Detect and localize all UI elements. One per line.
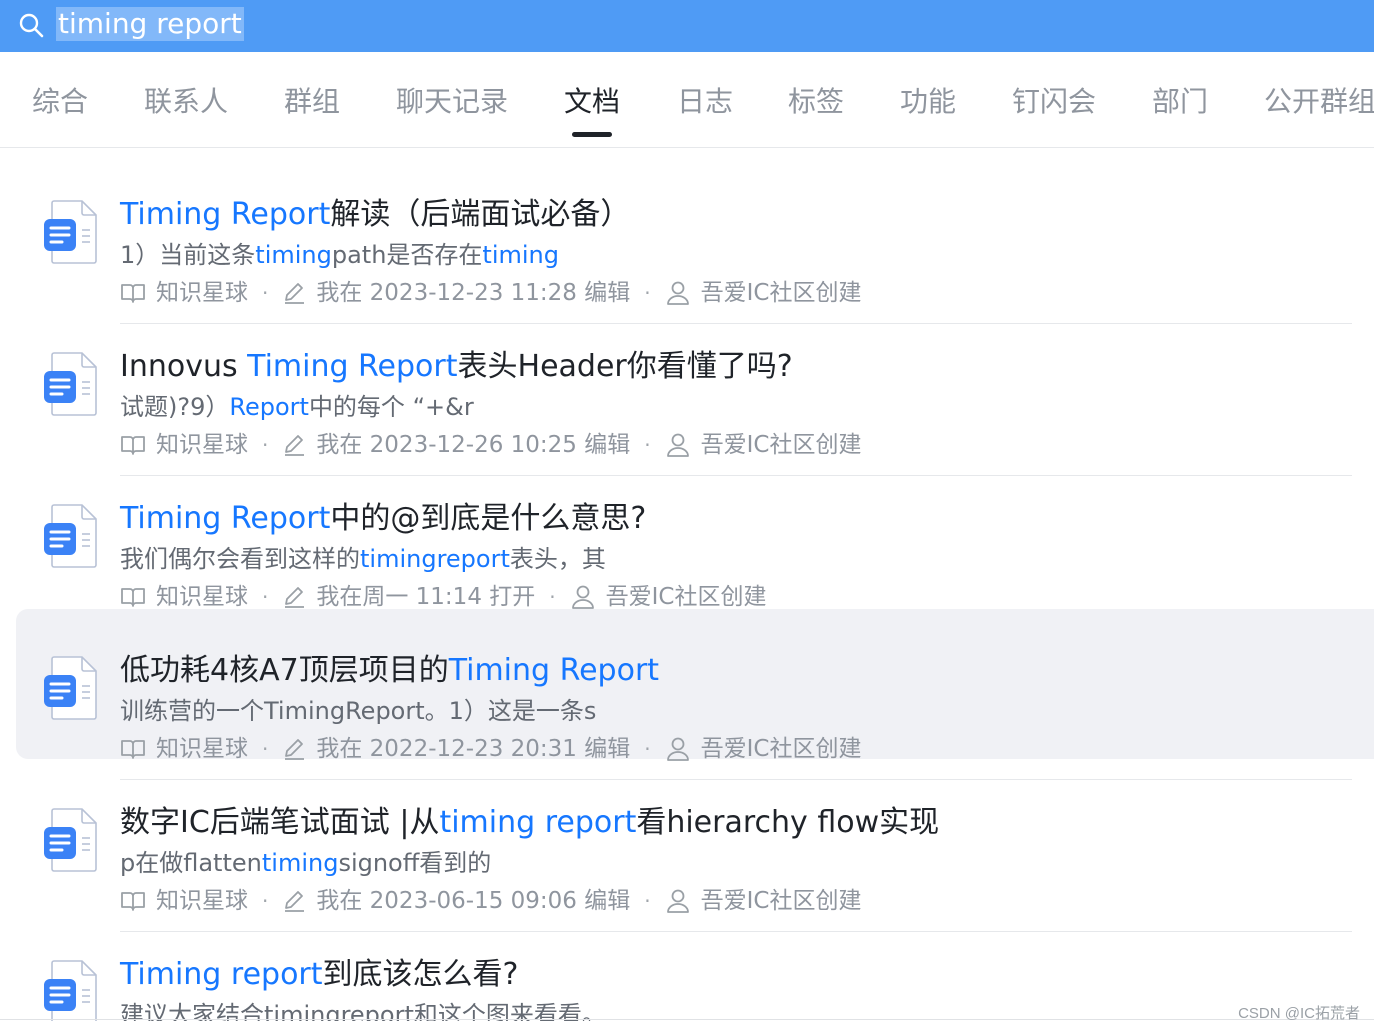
result-snippet: 建议大家结合timingreport和这个图来看看。 [120,999,606,1021]
book-icon [120,737,156,761]
title-text: 到底该怎么看? [322,957,519,992]
book-icon [120,585,156,609]
document-icon [42,199,100,265]
tab-tags[interactable]: 标签 [788,82,844,122]
search-result-item[interactable]: 低功耗4核A7顶层项目的Timing Report 训练营的一个TimingRep… [16,609,1374,762]
result-title[interactable]: 低功耗4核A7顶层项目的Timing Report [120,651,659,691]
book-icon [120,281,156,305]
tab-all[interactable]: 综合 [32,82,88,122]
user-icon [665,736,701,762]
category-tabs: 综合 联系人 群组 聊天记录 文档 日志 标签 功能 钉闪会 部门 公开群组 [0,52,1374,148]
tab-groups[interactable]: 群组 [284,82,340,122]
snippet-text: 1）当前这条 [120,241,256,269]
title-text: 中的@到底是什么意思? [330,501,647,536]
title-highlight: Timing report [120,957,323,992]
tab-departments[interactable]: 部门 [1152,82,1208,122]
document-icon [42,807,100,873]
search-result-item[interactable]: 数字IC后端笔试面试 |从timing report看hierarchy flo… [16,761,1374,914]
result-title[interactable]: Timing Report解读（后端面试必备） [120,195,630,235]
tab-logs[interactable]: 日志 [677,82,733,122]
tab-chat-history[interactable]: 聊天记录 [396,82,508,122]
document-icon [42,655,100,721]
document-icon [42,959,100,1021]
snippet-text: 我们偶尔会看到这样的 [120,545,360,573]
result-snippet: 1）当前这条timingpath是否存在timing [120,239,559,271]
title-text: 解读（后端面试必备） [330,197,631,232]
snippet-text: 表头，其 [509,545,606,573]
snippet-text: 训练营的一个TimingReport。1）这是一条s [120,697,597,725]
search-result-item[interactable]: Timing Report解读（后端面试必备） 1）当前这条timingpath是… [16,153,1374,306]
book-icon [120,889,156,913]
title-text: 表头Header你看懂了吗? [457,349,793,384]
active-tab-indicator [572,132,612,137]
result-title[interactable]: Timing report到底该怎么看? [120,955,518,995]
tab-features[interactable]: 功能 [900,82,956,122]
snippet-text: 建议大家结合timingreport和这个图来看看。 [120,1001,606,1021]
snippet-highlight: timing [482,241,559,269]
results-list: Timing Report解读（后端面试必备） 1）当前这条timingpath是… [0,148,1374,1021]
search-bar[interactable]: timing report [0,0,1374,52]
title-text: Innovus [120,349,248,384]
edit-icon [282,281,316,305]
edit-icon [282,737,316,761]
title-text: 数字IC后端笔试面试 |从 [120,805,440,840]
search-icon [19,13,44,38]
watermark: CSDN @IC拓荒者 [1238,1005,1360,1022]
result-title[interactable]: 数字IC后端笔试面试 |从timing report看hierarchy flo… [120,803,939,843]
result-title[interactable]: Innovus Timing Report表头Header你看懂了吗? [120,347,793,387]
book-icon [120,433,156,457]
user-icon [665,432,701,458]
tab-documents[interactable]: 文档 [564,82,620,122]
result-snippet: 训练营的一个TimingReport。1）这是一条s [120,695,596,727]
result-snippet: p在做flattentimingsignoff看到的 [120,847,491,879]
search-input[interactable]: timing report [56,7,244,41]
search-result-item[interactable]: Timing report到底该怎么看? 建议大家结合timingreport和这… [16,913,1374,1021]
snippet-text: p在做flatten [120,849,262,877]
snippet-highlight: timingreport [360,545,510,573]
title-highlight: Timing Report [120,197,331,232]
result-snippet: 试题)?9）Report中的每个 “+&r [120,391,474,423]
title-text: 低功耗4核A7顶层项目的 [120,653,449,688]
search-result-item[interactable]: Innovus Timing Report表头Header你看懂了吗? 试题)?9… [16,305,1374,458]
snippet-text: path是否存在 [331,241,483,269]
tab-public-groups[interactable]: 公开群组 [1264,82,1374,122]
title-highlight: Timing Report [247,349,458,384]
snippet-text: 试题)?9） [120,393,230,421]
snippet-text: signoff看到的 [338,849,492,877]
tab-dingshanhui[interactable]: 钉闪会 [1012,82,1096,122]
user-icon [665,888,701,914]
snippet-highlight: timing [261,849,339,877]
result-snippet: 我们偶尔会看到这样的timingreport表头，其 [120,543,606,575]
tab-contacts[interactable]: 联系人 [144,82,228,122]
document-icon [42,351,100,417]
edit-icon [282,585,316,609]
title-text: 看hierarchy flow实现 [636,805,940,840]
title-highlight: Timing Report [448,653,660,688]
user-icon [570,584,606,610]
bottom-divider [0,1019,1374,1020]
user-icon [665,280,701,306]
search-result-item[interactable]: Timing Report中的@到底是什么意思? 我们偶尔会看到这样的timing… [16,457,1374,610]
title-highlight: timing report [439,805,637,840]
result-title[interactable]: Timing Report中的@到底是什么意思? [120,499,646,539]
snippet-text: 中的每个 “+&r [308,393,474,421]
title-highlight: Timing Report [120,501,331,536]
snippet-highlight: timing [255,241,332,269]
document-icon [42,503,100,569]
snippet-highlight: Report [229,393,309,421]
edit-icon [282,433,316,457]
edit-icon [282,889,316,913]
